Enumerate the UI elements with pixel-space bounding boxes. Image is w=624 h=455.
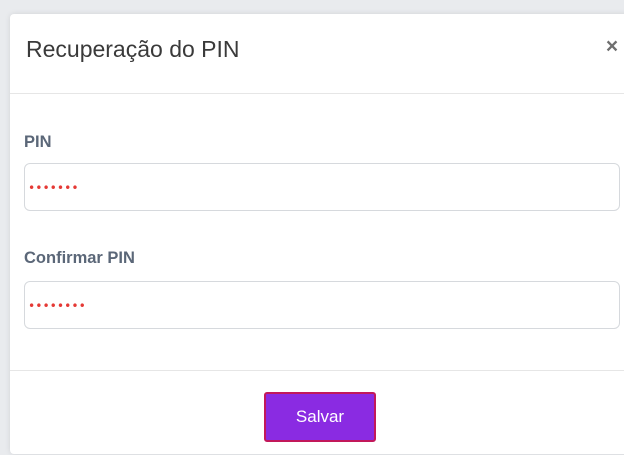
close-icon[interactable]: × — [602, 36, 622, 58]
modal-footer: Salvar — [10, 370, 624, 455]
pin-input[interactable]: ••••••• — [24, 163, 620, 211]
confirm-pin-label: Confirmar PIN — [24, 249, 135, 267]
pin-masked-value: ••••••• — [28, 181, 79, 195]
pin-label: PIN — [24, 133, 52, 151]
modal-header: Recuperação do PIN × — [10, 14, 624, 94]
pin-recovery-modal: Recuperação do PIN × PIN ••••••• Confirm… — [10, 14, 624, 454]
confirm-pin-masked-value: •••••••• — [28, 299, 86, 313]
modal-title: Recuperação do PIN — [26, 36, 240, 62]
save-button[interactable]: Salvar — [264, 392, 376, 442]
confirm-pin-input[interactable]: •••••••• — [24, 281, 620, 329]
